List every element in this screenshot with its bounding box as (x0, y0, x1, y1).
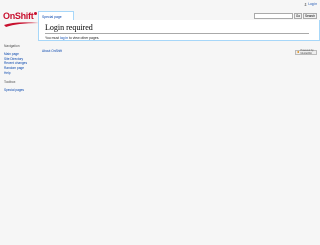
toolbox-heading: Toolbox (4, 80, 16, 84)
site-logo[interactable]: OnShift (3, 12, 40, 28)
sidebar-navigation: Navigation Main page Site Directory Rece… (4, 44, 34, 76)
logo-wordmark: OnShift (3, 12, 40, 21)
personal-tools: Log in (304, 2, 317, 6)
message-prefix: You must (45, 36, 60, 40)
user-icon (304, 2, 308, 6)
message-login-link[interactable]: log in (60, 36, 68, 40)
login-link[interactable]: Log in (308, 2, 317, 6)
toolbox-divider (4, 85, 32, 87)
mediawiki-flower-icon (297, 51, 300, 54)
navigation-heading: Navigation (4, 44, 20, 48)
go-button[interactable]: Go (294, 13, 302, 19)
search-input[interactable] (254, 13, 293, 19)
powered-by-badge[interactable]: Powered by MediaWiki (295, 49, 317, 56)
logo-dot (34, 12, 38, 15)
page: OnShift Log in Special page Go Search Lo… (0, 0, 320, 245)
sidebar-toolbox: Toolbox Special pages (4, 80, 34, 93)
page-title: Login required (45, 23, 309, 34)
search-button[interactable]: Search (303, 13, 317, 19)
navigation-divider (4, 49, 32, 51)
message-suffix: to view other pages. (68, 36, 100, 40)
logo-swoosh-icon (4, 22, 39, 27)
powered-by-text: Powered by MediaWiki (300, 49, 314, 56)
logo-text-shift: Shift (14, 11, 34, 21)
sidebar-item-special-pages[interactable]: Special pages (4, 88, 34, 93)
logo-text-on: On (3, 11, 15, 21)
sidebar-item-help[interactable]: Help (4, 71, 34, 76)
main-content: Login required You must log in to view o… (38, 20, 320, 41)
login-required-message: You must log in to view other pages. (45, 36, 313, 40)
about-link[interactable]: About OnShift (42, 49, 62, 53)
